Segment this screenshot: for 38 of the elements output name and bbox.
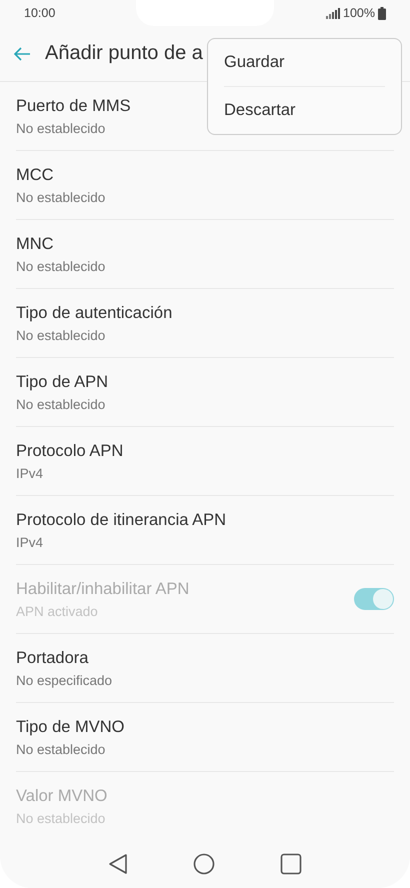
- back-arrow-icon[interactable]: [13, 46, 31, 60]
- settings-row[interactable]: Tipo de MVNO No establecido: [16, 703, 394, 772]
- setting-value: IPv4: [16, 466, 44, 480]
- settings-row[interactable]: Protocolo de itinerancia APN IPv4: [16, 496, 394, 565]
- setting-value: No especificado: [16, 672, 112, 688]
- setting-title: Habilitar/inhabilitar APN: [16, 580, 190, 598]
- setting-title: Tipo de MVNO: [16, 718, 125, 736]
- settings-row[interactable]: MCC No establecido: [16, 151, 394, 220]
- setting-title: Portadora: [16, 648, 88, 668]
- setting-title: Valor MVNO: [16, 786, 108, 806]
- settings-row[interactable]: MNC No establecido: [16, 220, 394, 289]
- setting-value: No establecido: [16, 190, 106, 204]
- setting-title: Protocolo de itinerancia APN: [16, 510, 226, 530]
- setting-value: No establecido: [16, 328, 106, 342]
- setting-title: Puerto de MMS: [16, 96, 131, 116]
- setting-value: No establecido: [16, 120, 106, 136]
- signal-icon: [326, 8, 340, 18]
- setting-value: No establecido: [16, 742, 106, 756]
- setting-value: IPv4: [16, 534, 44, 550]
- setting-title: Tipo de autenticación: [16, 304, 172, 322]
- settings-row[interactable]: Tipo de autenticación No establecido: [16, 289, 394, 358]
- setting-title: MNC: [16, 234, 54, 254]
- battery-percent: 100%: [343, 6, 375, 20]
- setting-value: No establecido: [16, 396, 106, 412]
- setting-title: MCC: [16, 166, 54, 184]
- setting-value: No establecido: [16, 258, 106, 274]
- recents-icon[interactable]: [280, 853, 302, 875]
- settings-row[interactable]: Tipo de APN No establecido: [16, 358, 394, 427]
- battery-icon: [378, 6, 386, 20]
- page-title: Añadir punto de a: [45, 42, 203, 65]
- settings-row[interactable]: Protocolo APN IPv4: [16, 427, 394, 496]
- status-time: 10:00: [24, 6, 56, 20]
- menu-item[interactable]: Descartar: [224, 86, 385, 134]
- setting-title: Protocolo APN: [16, 442, 124, 460]
- setting-title: Tipo de APN: [16, 372, 108, 392]
- back-icon[interactable]: [108, 853, 128, 875]
- home-icon[interactable]: [192, 853, 215, 875]
- settings-row[interactable]: Portadora No especificado: [16, 634, 394, 703]
